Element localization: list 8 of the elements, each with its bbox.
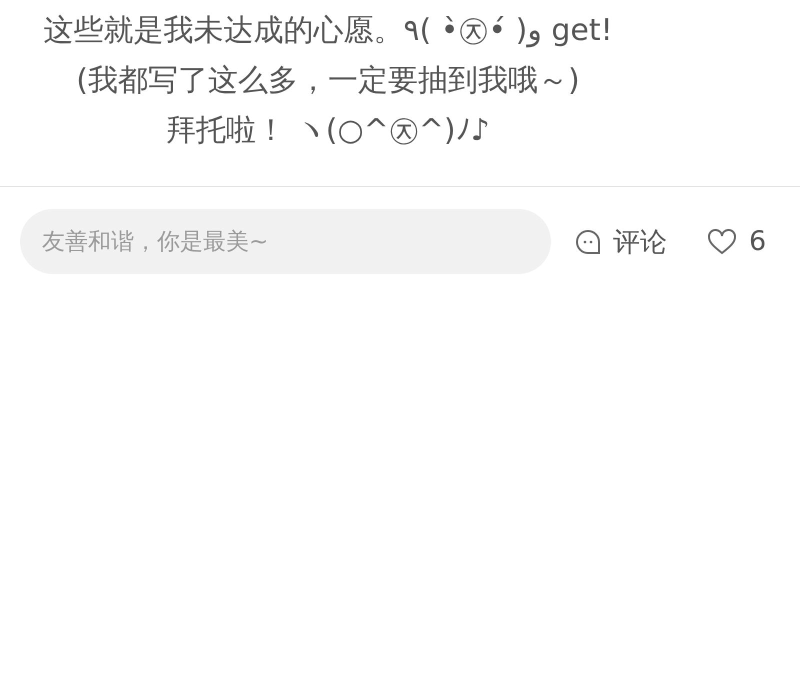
post-text-line: (我都写了这么多，一定要抽到我哦～) (76, 62, 580, 100)
comment-input-field[interactable]: 友善和谐，你是最美~ (20, 209, 551, 274)
heart-icon (707, 228, 737, 254)
comment-button[interactable]: 评论 (575, 224, 667, 260)
like-button[interactable]: 6 (707, 226, 766, 257)
post-text-line: 拜托啦！ ヽ(○^㉨^)ﾉ♪ (166, 112, 490, 150)
post-text-line: 这些就是我未达成的心愿。٩( •̀㉨•́ )و get! (43, 12, 613, 50)
speech-bubble-icon (575, 228, 601, 254)
